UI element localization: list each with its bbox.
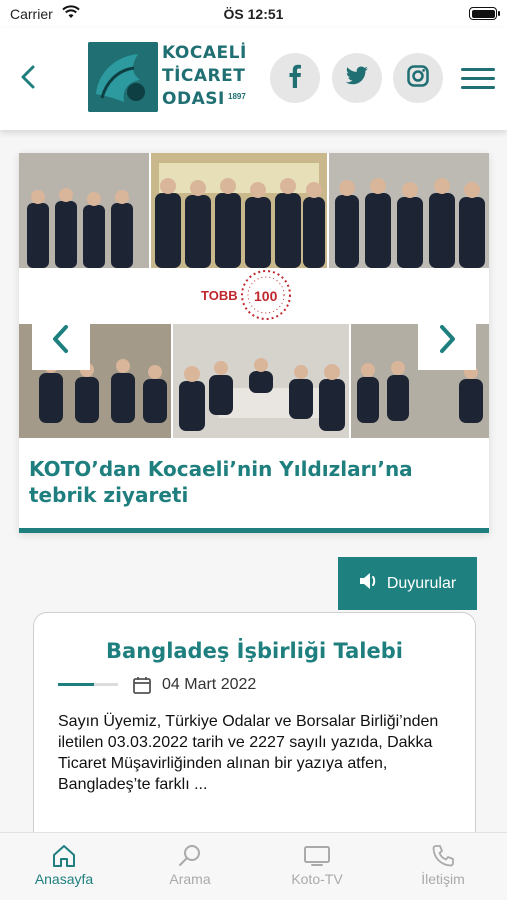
chevron-right-icon [436, 323, 458, 360]
announcement-excerpt: Sayın Üyemiz, Türkiye Odalar ve Borsalar… [58, 713, 439, 793]
tab-home-label: Anasayfa [34, 871, 94, 887]
tab-koto-tv-label: Koto-TV [291, 871, 343, 887]
logo-mark-icon [88, 42, 158, 112]
instagram-button[interactable] [393, 53, 443, 103]
status-bar: Carrier ÖS 12:51 [0, 0, 507, 28]
tobb-100-label: 100 [254, 288, 278, 304]
instagram-icon [407, 64, 429, 92]
logo-line-2: TİCARET [162, 66, 246, 86]
facebook-icon [288, 64, 302, 93]
slider-prev-button[interactable] [32, 312, 90, 370]
slider-accent-bar [19, 528, 489, 533]
tobb-label: TOBB [201, 288, 238, 303]
battery-icon [469, 7, 500, 20]
announcement-date: 04 Mart 2022 [162, 676, 257, 693]
search-icon [135, 841, 245, 871]
facebook-button[interactable] [270, 53, 320, 103]
chamber-logo[interactable]: KOCAELİ TİCARET ODASI 1897 [88, 42, 248, 112]
bottom-tab-bar: Anasayfa Arama Koto-TV İletişim [0, 832, 507, 900]
tab-search[interactable]: Arama [135, 841, 245, 887]
tv-icon [262, 841, 372, 871]
tab-search-label: Arama [169, 871, 211, 887]
logo-line-1: KOCAELİ [162, 43, 247, 63]
tab-koto-tv[interactable]: Koto-TV [262, 841, 372, 887]
announcement-title[interactable]: Bangladeş İşbirliği Talebi [34, 639, 475, 663]
tab-contact-label: İletişim [421, 871, 465, 887]
back-button[interactable] [16, 62, 40, 92]
clock: ÖS 12:51 [223, 6, 284, 22]
slider-next-button[interactable] [418, 312, 476, 370]
logo-year: 1897 [228, 92, 246, 101]
phone-icon [388, 841, 498, 871]
tab-contact[interactable]: İletişim [388, 841, 498, 887]
speaker-icon [359, 572, 379, 595]
slider-title[interactable]: KOTO’dan Kocaeli’nin Yıldızları’na tebri… [29, 456, 484, 508]
chevron-left-icon [50, 323, 72, 360]
announcement-card[interactable]: Bangladeş İşbirliği Talebi 04 Mart 2022 … [33, 612, 476, 852]
twitter-icon [345, 66, 369, 91]
announcements-button[interactable]: Duyurular [338, 557, 477, 610]
slider-photo: TOBB 100 [19, 153, 489, 438]
tab-home[interactable]: Anasayfa [9, 841, 119, 887]
title-underline [58, 683, 118, 686]
app-header: KOCAELİ TİCARET ODASI 1897 [0, 28, 507, 130]
home-icon [9, 841, 119, 871]
twitter-button[interactable] [332, 53, 382, 103]
announcements-label: Duyurular [386, 574, 457, 592]
news-slider-card[interactable]: TOBB 100 KOTO’dan Kocaeli’nin Yıldızları… [19, 153, 489, 533]
hamburger-menu-icon[interactable] [461, 68, 495, 90]
calendar-icon [132, 675, 152, 700]
